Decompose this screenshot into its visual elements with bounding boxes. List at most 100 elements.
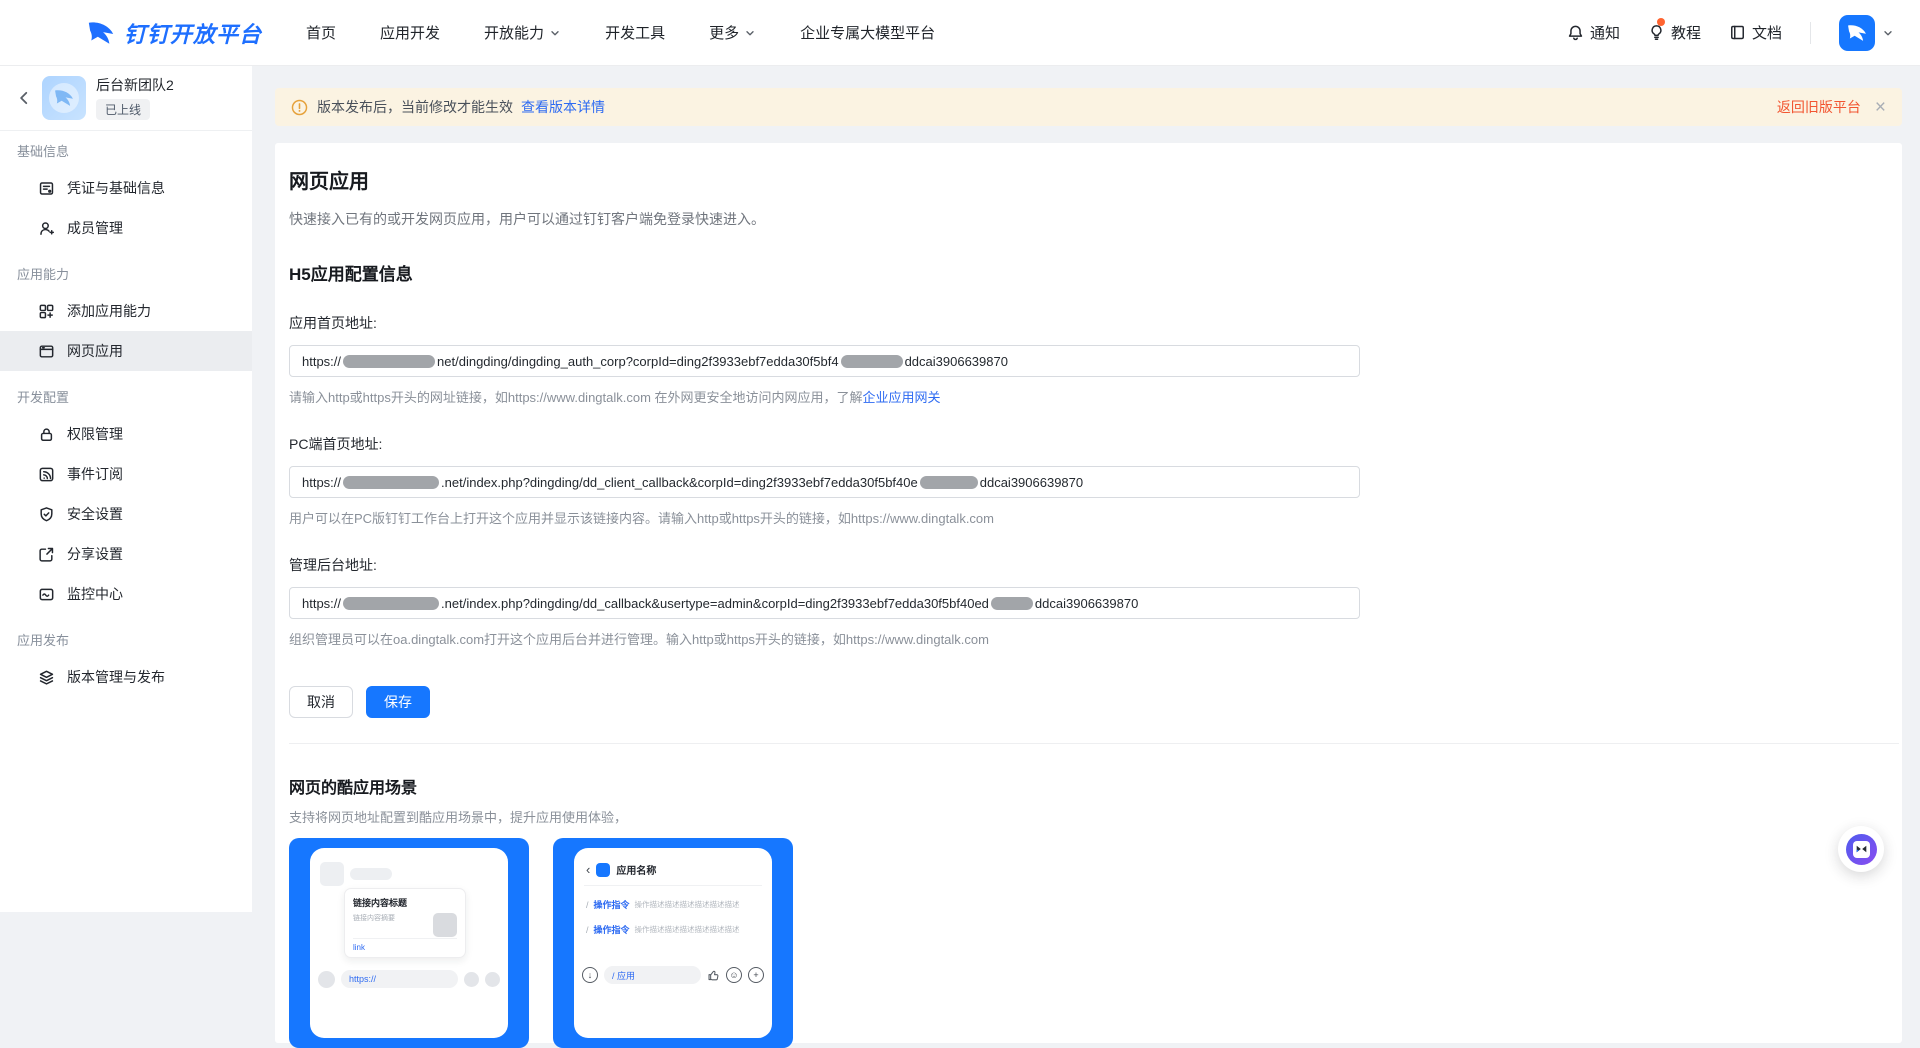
redacted-text <box>343 476 439 489</box>
mock-link-title: 链接内容标题 <box>353 896 457 909</box>
account-menu[interactable] <box>1839 15 1894 51</box>
redacted-text <box>343 355 435 368</box>
chevron-down-icon <box>549 27 561 39</box>
banner-close-icon[interactable]: × <box>1875 98 1886 117</box>
mock-app-name: 应用名称 <box>616 862 656 877</box>
thumbnail-placeholder <box>433 913 457 937</box>
sidebar-item-credentials[interactable]: 凭证与基础信息 <box>0 168 252 208</box>
text-placeholder <box>350 868 392 880</box>
sidebar-section-capability: 应用能力 <box>0 248 252 291</box>
cool-scene-card-link[interactable]: 链接内容标题 链接内容摘要 link https:// <box>289 838 529 1048</box>
mock-url-input: https:// <box>341 970 458 988</box>
dingtalk-wing-icon <box>1846 22 1868 44</box>
emoji-icon: ☺ <box>726 967 742 983</box>
nav-item-more[interactable]: 更多 <box>709 22 756 43</box>
main-area: 版本发布后，当前修改才能生效 查看版本详情 返回旧版平台 × 网页应用 快速接入… <box>252 66 1920 912</box>
version-warning-banner: 版本发布后，当前修改才能生效 查看版本详情 返回旧版平台 × <box>275 88 1902 126</box>
cool-scene-card-command[interactable]: ‹ 应用名称 / 操作指令 操作描述描述描述描述描述描述 / 操作指令 操作描述… <box>553 838 793 1048</box>
thumbs-up-icon <box>707 969 720 982</box>
sidebar-section-release: 应用发布 <box>0 614 252 657</box>
user-avatar <box>1839 15 1875 51</box>
command-mockup: ‹ 应用名称 / 操作指令 操作描述描述描述描述描述描述 / 操作指令 操作描述… <box>574 848 772 1038</box>
credential-icon <box>38 180 55 197</box>
redacted-text <box>841 355 903 368</box>
sidebar-section-basic-info: 基础信息 <box>0 131 252 168</box>
sidebar-item-web-app[interactable]: 网页应用 <box>0 331 252 371</box>
avatar-placeholder <box>320 862 344 886</box>
field-label-admin-url: 管理后台地址: <box>289 555 1888 575</box>
info-icon <box>291 99 308 116</box>
return-old-platform-link[interactable]: 返回旧版平台 <box>1777 97 1861 117</box>
sidebar-app-header: 后台新团队2 已上线 <box>0 66 252 131</box>
nav-item-open-capability[interactable]: 开放能力 <box>484 22 561 43</box>
sidebar-section-dev-config: 开发配置 <box>0 371 252 414</box>
back-chevron-icon[interactable] <box>16 90 32 106</box>
admin-url-help: 组织管理员可以在oa.dingtalk.com打开这个应用后台并进行管理。输入h… <box>289 629 1888 648</box>
sidebar-item-share-settings[interactable]: 分享设置 <box>0 534 252 574</box>
icon-placeholder <box>464 972 479 987</box>
cancel-button[interactable]: 取消 <box>289 686 353 718</box>
mock-command-input: / 应用 <box>604 966 701 984</box>
back-chevron-icon: ‹ <box>586 862 590 877</box>
sidebar-item-members[interactable]: 成员管理 <box>0 208 252 248</box>
document-icon <box>1729 24 1746 41</box>
app-name: 后台新团队2 <box>96 76 174 94</box>
monitor-icon <box>38 586 55 603</box>
nav-item-dev-tools[interactable]: 开发工具 <box>605 22 665 43</box>
page-title: 网页应用 <box>289 165 1888 194</box>
cool-app-section-description: 支持将网页地址配置到酷应用场景中，提升应用使用体验， <box>289 807 1888 826</box>
widget-glyph <box>1853 841 1870 858</box>
divider <box>289 743 1899 744</box>
shield-check-icon <box>38 506 55 523</box>
docs-button[interactable]: 文档 <box>1729 22 1782 43</box>
divider <box>1810 22 1811 44</box>
admin-url-input[interactable]: https:// .net/index.php?dingding/dd_call… <box>289 587 1360 619</box>
share-icon <box>38 546 55 563</box>
sidebar-item-add-capability[interactable]: 添加应用能力 <box>0 291 252 331</box>
dingtalk-logo[interactable]: 钉钉开放平台 <box>86 17 262 49</box>
feedback-widget-button[interactable] <box>1838 826 1884 872</box>
content-card: 网页应用 快速接入已有的或开发网页应用，用户可以通过钉钉客户端免登录快速进入。 … <box>275 143 1902 1043</box>
banner-text: 版本发布后，当前修改才能生效 <box>317 97 513 117</box>
download-icon: ↓ <box>582 967 598 983</box>
sidebar-item-event-subscription[interactable]: 事件订阅 <box>0 454 252 494</box>
top-navbar: 钉钉开放平台 首页 应用开发 开放能力 开发工具 更多 企业专属大模型平台 通知… <box>0 0 1920 66</box>
sidebar-item-version-release[interactable]: 版本管理与发布 <box>0 657 252 697</box>
notifications-button[interactable]: 通知 <box>1567 22 1620 43</box>
h5-config-section-title: H5应用配置信息 <box>289 260 1888 285</box>
lightbulb-icon <box>1648 24 1665 41</box>
app-logo <box>42 76 86 120</box>
sidebar-item-monitor-center[interactable]: 监控中心 <box>0 574 252 614</box>
home-url-input[interactable]: https:// net/dingding/dingding_auth_corp… <box>289 345 1360 377</box>
dingtalk-wing-icon <box>53 87 75 109</box>
pc-url-input[interactable]: https:// .net/index.php?dingding/dd_clie… <box>289 466 1360 498</box>
widget-gradient-ring <box>1846 834 1877 865</box>
nav-right-tools: 通知 教程 文档 <box>1567 15 1894 51</box>
redacted-text <box>991 597 1033 610</box>
gateway-link[interactable]: 企业应用网关 <box>863 390 941 405</box>
sidebar: 后台新团队2 已上线 基础信息 凭证与基础信息 成员管理 应用能力 添加应用能力… <box>0 66 252 912</box>
sidebar-item-security[interactable]: 安全设置 <box>0 494 252 534</box>
app-icon-placeholder <box>596 863 610 877</box>
redacted-text <box>343 597 439 610</box>
icon-placeholder <box>485 972 500 987</box>
main-nav: 首页 应用开发 开放能力 开发工具 更多 企业专属大模型平台 <box>306 22 935 43</box>
notification-dot <box>1657 18 1665 26</box>
nav-item-enterprise-llm[interactable]: 企业专属大模型平台 <box>800 22 935 43</box>
field-label-home-url: 应用首页地址: <box>289 313 1888 333</box>
save-button[interactable]: 保存 <box>366 686 430 718</box>
tutorial-button[interactable]: 教程 <box>1648 22 1701 43</box>
webapp-icon <box>38 343 55 360</box>
mock-link-label: link <box>353 938 457 952</box>
logo-text: 钉钉开放平台 <box>124 17 262 49</box>
add-capability-icon <box>38 303 55 320</box>
chevron-down-icon <box>744 27 756 39</box>
nav-item-home[interactable]: 首页 <box>306 22 336 43</box>
lock-icon <box>38 426 55 443</box>
nav-item-app-dev[interactable]: 应用开发 <box>380 22 440 43</box>
plus-icon: + <box>748 967 764 983</box>
sidebar-item-permissions[interactable]: 权限管理 <box>0 414 252 454</box>
redacted-text <box>920 476 978 489</box>
view-version-details-link[interactable]: 查看版本详情 <box>521 97 605 117</box>
chevron-down-icon <box>1882 27 1894 39</box>
